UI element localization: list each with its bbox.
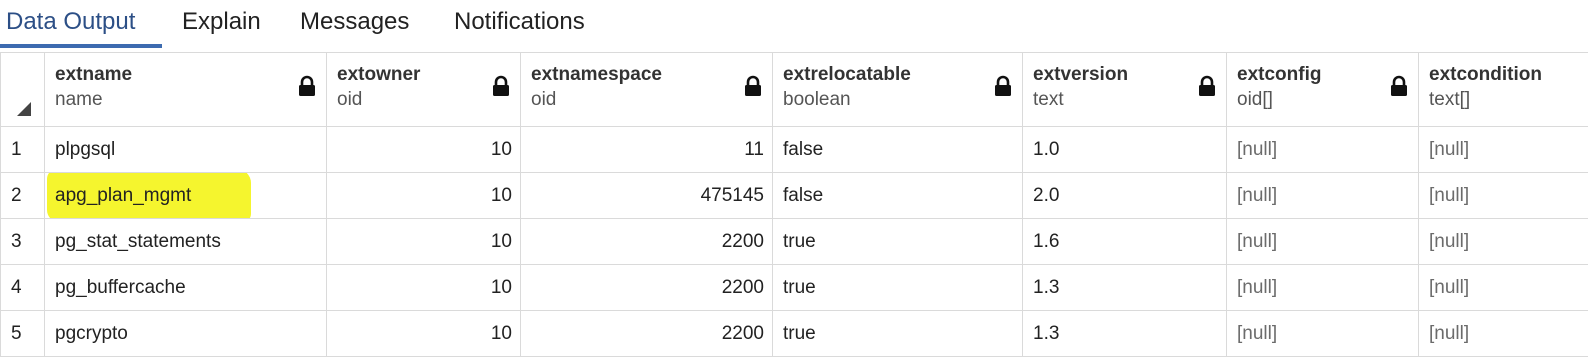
column-name: extrelocatable xyxy=(783,64,911,85)
cell-extcondition[interactable]: [null] xyxy=(1418,126,1588,173)
cell-extrelocatable[interactable]: true xyxy=(772,310,1023,357)
cell-extname[interactable]: pg_stat_statements xyxy=(44,218,327,265)
column-name: extversion xyxy=(1033,64,1129,85)
column-header-extcondition[interactable]: extcondition text[] xyxy=(1418,52,1588,127)
column-type: oid xyxy=(531,89,557,110)
cell-extnamespace[interactable]: 2200 xyxy=(520,264,773,311)
cell-extcondition[interactable]: [null] xyxy=(1418,218,1588,265)
cell-extrelocatable[interactable]: false xyxy=(772,172,1023,219)
lock-icon xyxy=(745,75,761,96)
cell-extrelocatable[interactable]: true xyxy=(772,264,1023,311)
lock-icon xyxy=(493,75,509,96)
column-header-extowner[interactable]: extowner oid xyxy=(326,52,521,127)
column-header-extversion[interactable]: extversion text xyxy=(1022,52,1227,127)
cell-extconfig[interactable]: [null] xyxy=(1226,264,1419,311)
column-header-extconfig[interactable]: extconfig oid[] xyxy=(1226,52,1419,127)
tab-data-output[interactable]: Data Output xyxy=(0,0,162,48)
column-name: extowner xyxy=(337,64,421,85)
header-row: extname name extowner oid extnamespace o… xyxy=(0,52,1588,127)
row-number[interactable]: 5 xyxy=(0,310,45,357)
lock-icon xyxy=(1391,75,1407,96)
cell-extname[interactable]: plpgsql xyxy=(44,126,327,173)
cell-extowner[interactable]: 10 xyxy=(326,264,521,311)
cell-extconfig[interactable]: [null] xyxy=(1226,172,1419,219)
column-type: oid[] xyxy=(1237,89,1273,110)
column-type: boolean xyxy=(783,89,851,110)
table-row[interactable]: 2 apg_plan_mgmt 10 475145 false 2.0 [nul… xyxy=(0,172,1588,219)
tab-explain[interactable]: Explain xyxy=(176,0,276,48)
cell-extcondition[interactable]: [null] xyxy=(1418,172,1588,219)
row-number[interactable]: 2 xyxy=(0,172,45,219)
cell-extname[interactable]: pgcrypto xyxy=(44,310,327,357)
column-name: extnamespace xyxy=(531,64,662,85)
lock-icon xyxy=(995,75,1011,96)
sort-triangle-icon xyxy=(17,102,31,116)
tab-messages[interactable]: Messages xyxy=(294,0,430,48)
column-name: extname xyxy=(55,64,133,85)
cell-extconfig[interactable]: [null] xyxy=(1226,310,1419,357)
table-row[interactable]: 1 plpgsql 10 11 false 1.0 [null] [null] xyxy=(0,126,1588,173)
column-type: text xyxy=(1033,89,1064,110)
cell-extowner[interactable]: 10 xyxy=(326,310,521,357)
cell-extowner[interactable]: 10 xyxy=(326,218,521,265)
cell-extcondition[interactable]: [null] xyxy=(1418,264,1588,311)
tab-notifications[interactable]: Notifications xyxy=(448,0,608,48)
cell-extversion[interactable]: 1.3 xyxy=(1022,310,1227,357)
column-type: oid xyxy=(337,89,363,110)
table-row[interactable]: 5 pgcrypto 10 2200 true 1.3 [null] [null… xyxy=(0,310,1588,357)
cell-extnamespace[interactable]: 11 xyxy=(520,126,773,173)
lock-icon xyxy=(299,75,315,96)
cell-extnamespace[interactable]: 475145 xyxy=(520,172,773,219)
cell-extnamespace[interactable]: 2200 xyxy=(520,218,773,265)
result-tabs: Data Output Explain Messages Notificatio… xyxy=(0,0,1588,50)
cell-extowner[interactable]: 10 xyxy=(326,126,521,173)
column-header-extrelocatable[interactable]: extrelocatable boolean xyxy=(772,52,1023,127)
cell-extname[interactable]: pg_buffercache xyxy=(44,264,327,311)
data-output-grid: extname name extowner oid extnamespace o… xyxy=(0,52,1588,358)
row-number[interactable]: 4 xyxy=(0,264,45,311)
cell-extversion[interactable]: 1.3 xyxy=(1022,264,1227,311)
cell-extnamespace[interactable]: 2200 xyxy=(520,310,773,357)
highlighted-value: apg_plan_mgmt xyxy=(55,184,192,206)
cell-extrelocatable[interactable]: true xyxy=(772,218,1023,265)
row-number[interactable]: 3 xyxy=(0,218,45,265)
results-table: extname name extowner oid extnamespace o… xyxy=(0,52,1588,357)
row-number[interactable]: 1 xyxy=(0,126,45,173)
cell-extcondition[interactable]: [null] xyxy=(1418,310,1588,357)
cell-extversion[interactable]: 2.0 xyxy=(1022,172,1227,219)
column-type: text[] xyxy=(1429,89,1471,110)
column-header-extnamespace[interactable]: extnamespace oid xyxy=(520,52,773,127)
cell-extname[interactable]: apg_plan_mgmt xyxy=(44,172,327,219)
column-type: name xyxy=(55,89,103,110)
cell-extversion[interactable]: 1.0 xyxy=(1022,126,1227,173)
table-row[interactable]: 4 pg_buffercache 10 2200 true 1.3 [null]… xyxy=(0,264,1588,311)
cell-extconfig[interactable]: [null] xyxy=(1226,218,1419,265)
column-header-extname[interactable]: extname name xyxy=(44,52,327,127)
select-all-corner[interactable] xyxy=(0,52,45,127)
table-row[interactable]: 3 pg_stat_statements 10 2200 true 1.6 [n… xyxy=(0,218,1588,265)
cell-extowner[interactable]: 10 xyxy=(326,172,521,219)
cell-extrelocatable[interactable]: false xyxy=(772,126,1023,173)
lock-icon xyxy=(1199,75,1215,96)
column-name: extcondition xyxy=(1429,64,1542,85)
cell-extconfig[interactable]: [null] xyxy=(1226,126,1419,173)
column-name: extconfig xyxy=(1237,64,1322,85)
cell-extversion[interactable]: 1.6 xyxy=(1022,218,1227,265)
